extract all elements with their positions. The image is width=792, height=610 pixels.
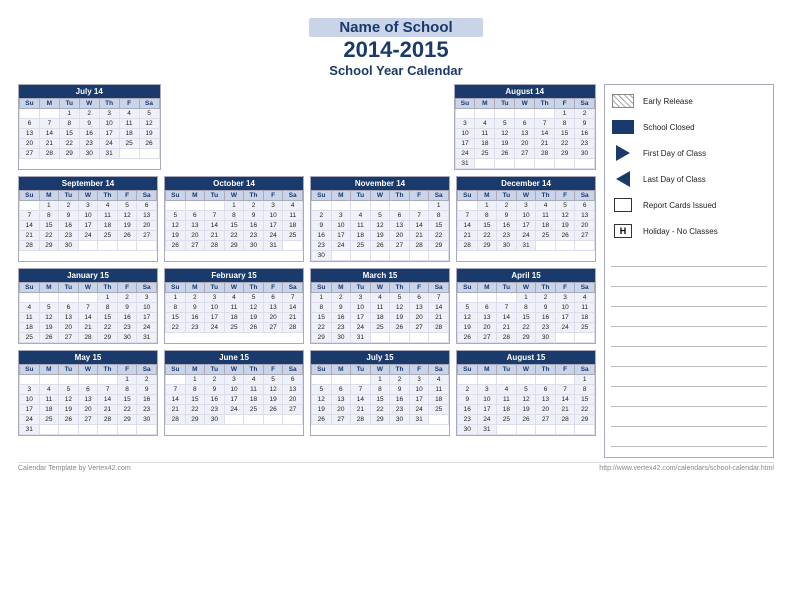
legend-item-holiday: H Holiday - No Classes <box>611 223 767 239</box>
footer: Calendar Template by Vertex42.com http:/… <box>18 462 774 472</box>
mini-calendar: September 14SuMTuWThFSa12345678910111213… <box>18 176 158 262</box>
mini-calendar: October 14SuMTuWThFSa1234567891011121314… <box>164 176 304 262</box>
footer-right: http://www.vertex42.com/calendars/school… <box>599 465 774 472</box>
legend-label-last-day: Last Day of Class <box>643 175 706 184</box>
legend-item-last-day: Last Day of Class <box>611 171 767 187</box>
legend-label-holiday: Holiday - No Classes <box>643 227 718 236</box>
legend-line <box>611 429 767 447</box>
legend-item-report-cards: Report Cards Issued <box>611 197 767 213</box>
legend-line <box>611 309 767 327</box>
main-content: July 14SuMTuWThFSa1234567891011121314151… <box>18 84 774 458</box>
legend-label-school-closed: School Closed <box>643 123 695 132</box>
first-day-icon <box>611 145 635 161</box>
mini-calendar: January 15SuMTuWThFSa1234567891011121314… <box>18 268 158 344</box>
legend-line <box>611 329 767 347</box>
mini-calendar: June 15SuMTuWThFSa1234567891011121314151… <box>164 350 304 436</box>
legend-label-early-release: Early Release <box>643 97 693 106</box>
year: 2014-2015 <box>18 37 774 63</box>
legend-label-first-day: First Day of Class <box>643 149 706 158</box>
calendar-row-2: September 14SuMTuWThFSa12345678910111213… <box>18 176 596 262</box>
mini-calendar: February 15SuMTuWThFSa123456789101112131… <box>164 268 304 344</box>
school-closed-icon <box>611 119 635 135</box>
last-day-icon <box>611 171 635 187</box>
legend-area: Early Release School Closed First Day of C… <box>604 84 774 458</box>
school-name: Name of School <box>309 18 482 37</box>
subtitle: School Year Calendar <box>18 63 774 78</box>
legend-line <box>611 349 767 367</box>
legend-line <box>611 409 767 427</box>
early-release-icon <box>611 93 635 109</box>
report-cards-icon <box>611 197 635 213</box>
header: Name of School 2014-2015 School Year Cal… <box>18 18 774 78</box>
legend-label-report-cards: Report Cards Issued <box>643 201 716 210</box>
legend-item-early-release: Early Release <box>611 93 767 109</box>
legend-line <box>611 269 767 287</box>
mini-calendar: April 15SuMTuWThFSa123456789101112131415… <box>456 268 596 344</box>
mini-calendar: July 14SuMTuWThFSa1234567891011121314151… <box>18 84 161 170</box>
mini-calendar: August 15SuMTuWThFSa12345678910111213141… <box>456 350 596 436</box>
mini-calendar: March 15SuMTuWThFSa123456789101112131415… <box>310 268 450 344</box>
mini-calendar: May 15SuMTuWThFSa12345678910111213141516… <box>18 350 158 436</box>
calendar-row-4: May 15SuMTuWThFSa12345678910111213141516… <box>18 350 596 436</box>
legend-lines <box>611 249 767 447</box>
calendar-row-1: July 14SuMTuWThFSa1234567891011121314151… <box>18 84 596 170</box>
legend-line <box>611 369 767 387</box>
mini-calendar: November 14SuMTuWThFSa123456789101112131… <box>310 176 450 262</box>
mini-calendar: August 14SuMTuWThFSa12345678910111213141… <box>454 84 597 170</box>
calendars-area: July 14SuMTuWThFSa1234567891011121314151… <box>18 84 596 458</box>
footer-left: Calendar Template by Vertex42.com <box>18 465 131 472</box>
legend-item-school-closed: School Closed <box>611 119 767 135</box>
legend-item-first-day: First Day of Class <box>611 145 767 161</box>
legend-line <box>611 389 767 407</box>
calendar-row-3: January 15SuMTuWThFSa1234567891011121314… <box>18 268 596 344</box>
mini-calendar: December 14SuMTuWThFSa123456789101112131… <box>456 176 596 262</box>
holiday-icon: H <box>611 223 635 239</box>
page: Name of School 2014-2015 School Year Cal… <box>0 0 792 610</box>
mini-calendar: July 15SuMTuWThFSa1234567891011121314151… <box>310 350 450 436</box>
legend-line <box>611 289 767 307</box>
legend-line <box>611 249 767 267</box>
